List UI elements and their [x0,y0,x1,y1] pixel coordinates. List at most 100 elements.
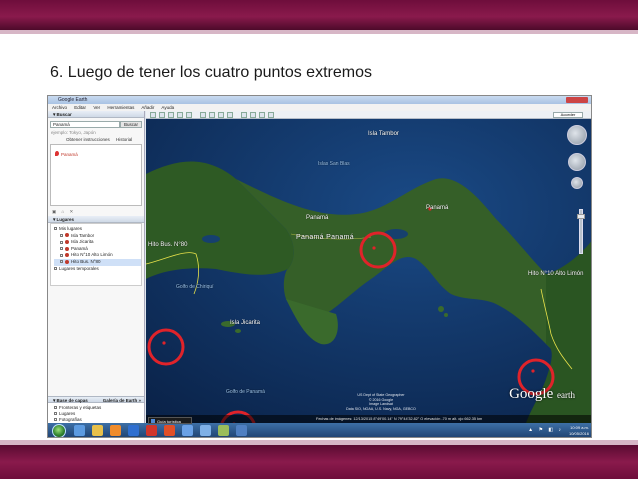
system-clock[interactable]: 10:09 a.m. 10/05/2016 [569,425,589,437]
earth-taskbar-icon[interactable] [182,425,193,436]
window-title: Google Earth [48,96,591,104]
menu-ver[interactable]: Ver [93,105,100,110]
slide-title: 6. Luego de tener los cuatro puntos extr… [50,64,372,81]
slide-top-band [0,0,638,30]
place-label: Isla Tambor [71,232,95,238]
menu-ayuda[interactable]: Ayuda [161,105,174,110]
search-result-item[interactable]: Panamá [55,151,78,157]
search-result-label: Panamá [61,152,78,157]
ie-taskbar-icon[interactable] [74,425,85,436]
placemark-icon [65,233,69,238]
checkbox-icon[interactable] [60,240,63,244]
email-tool-icon[interactable] [250,112,256,118]
placemark-tool-icon[interactable] [159,112,165,118]
earth-map-view[interactable]: Isla Tambor Islas San Blas Panamá Panamá… [146,119,591,423]
logo-main: Google [509,386,554,402]
logo-sub: earth [557,390,575,400]
place-item-hito-10[interactable]: Hito N°10 Alto Limón [54,252,141,259]
search-input[interactable]: Panamá [50,121,120,128]
historical-imagery-tool-icon[interactable] [209,112,215,118]
earth-gallery-button[interactable]: Galería de Earth » [103,397,141,404]
ruler-tool-icon[interactable] [241,112,247,118]
media-taskbar-icon[interactable] [110,425,121,436]
checkbox-icon[interactable] [60,253,63,257]
sun-tool-icon[interactable] [218,112,224,118]
window-controls[interactable] [566,97,588,103]
place-item-panama[interactable]: Panamá [54,246,141,253]
system-tray-icons[interactable]: ▲ ⚑ ◧ ♪ [528,427,563,433]
google-earth-screenshot: Google Earth Archivo Editar Ver Herramie… [47,95,592,438]
menu-editar[interactable]: Editar [74,105,86,110]
checkbox-icon[interactable] [54,412,57,416]
print-tool-icon[interactable] [259,112,265,118]
place-item-isla-jicarita[interactable]: Isla Jicarita [54,239,141,246]
layer-label: Lugares [59,411,76,416]
map-label-panama-city[interactable]: Panamá [426,205,448,211]
search-button[interactable]: Buscar [120,121,142,128]
layers-panel-header[interactable]: ▼Base de capas Galería de Earth » [48,396,144,403]
placemark-icon [65,240,69,244]
move-joystick-icon[interactable] [568,153,586,171]
planets-tool-icon[interactable] [227,112,233,118]
explorer-taskbar-icon[interactable] [92,425,103,436]
places-panel-header[interactable]: ▼Lugares [48,216,144,223]
polygon-tool-icon[interactable] [168,112,174,118]
place-item-lugares-temporales[interactable]: Lugares temporales [54,266,141,273]
hide-sidebar-tool-icon[interactable] [150,112,156,118]
checkbox-icon[interactable] [60,260,63,264]
checkbox-icon[interactable] [54,266,57,270]
map-label-isla-jicarita[interactable]: Isla Jicarita [230,320,260,326]
place-label: Hito Bus. N°80 [71,258,101,264]
directions-row: Obtener instrucciones Historial [48,136,144,143]
place-item-hito-80[interactable]: Hito Bus. N°80 [54,258,141,266]
search-panel-header[interactable]: ▼Buscar [48,111,144,118]
path-tool-icon[interactable] [177,112,183,118]
map-label-isla-tambor[interactable]: Isla Tambor [368,131,399,137]
map-label-hito-80[interactable]: Hito Bus. N°80 [148,242,187,248]
app3-taskbar-icon[interactable] [236,425,247,436]
tour-tool-icon[interactable] [200,112,206,118]
history-link[interactable]: Historial [116,137,132,142]
placemark-icon [65,259,69,264]
start-button-icon[interactable] [52,424,66,437]
look-compass-icon[interactable] [567,125,587,145]
acrobat-taskbar-icon[interactable] [146,425,157,436]
checkbox-icon[interactable] [54,406,57,410]
place-label: Lugares temporales [59,265,99,271]
street-view-icon[interactable] [571,177,583,189]
map-label-panama-main: Panamá Panamá [296,234,354,241]
get-directions-link[interactable]: Obtener instrucciones [66,137,110,142]
result-tools[interactable]: ▣ ⌂ ✕ [48,207,144,216]
map-toolbar: Acceder [146,111,591,119]
app-taskbar-icon[interactable] [200,425,211,436]
app2-taskbar-icon[interactable] [218,425,229,436]
map-label-hito-10[interactable]: Hito N°10 Alto Limón [528,271,583,277]
menu-archivo[interactable]: Archivo [52,105,67,110]
menu-anadir[interactable]: Añadir [141,105,154,110]
place-item-isla-tambor[interactable]: Isla Tambor [54,233,141,240]
place-label: Mis lugares [59,226,83,231]
word-taskbar-icon[interactable] [128,425,139,436]
place-item-mis-lugares[interactable]: Mis lugares [54,226,141,233]
checkbox-icon[interactable] [60,233,63,237]
windows-taskbar: ▲ ⚑ ◧ ♪ 10:09 a.m. 10/05/2016 [48,423,591,437]
map-label-golfo-panama: Golfo de Panamá [226,389,265,395]
left-sidebar: ▼Buscar Panamá Buscar ejemplo: Tokyo, Ja… [48,111,145,437]
checkbox-icon[interactable] [60,247,63,251]
slide-top-line [0,30,638,34]
overlay-tool-icon[interactable] [186,112,192,118]
zoom-slider-handle[interactable] [577,214,585,219]
powerpoint-taskbar-icon[interactable] [164,425,175,436]
layer-label: Fotografías [59,417,82,422]
search-results: Panamá [50,144,142,206]
checkbox-icon[interactable] [54,227,57,231]
acceder-button[interactable]: Acceder [553,112,583,118]
slide-bottom-band [0,445,638,479]
checkbox-icon[interactable] [54,418,57,422]
place-label: Hito N°10 Alto Limón [71,252,113,258]
credit-line: Data SIO, NOAA, U.S. Navy, NGA, GEBCO [346,406,416,411]
place-label: Isla Jicarita [71,239,94,245]
placemark-icon [65,246,69,251]
menu-herramientas[interactable]: Herramientas [107,105,134,110]
maps-tool-icon[interactable] [268,112,274,118]
